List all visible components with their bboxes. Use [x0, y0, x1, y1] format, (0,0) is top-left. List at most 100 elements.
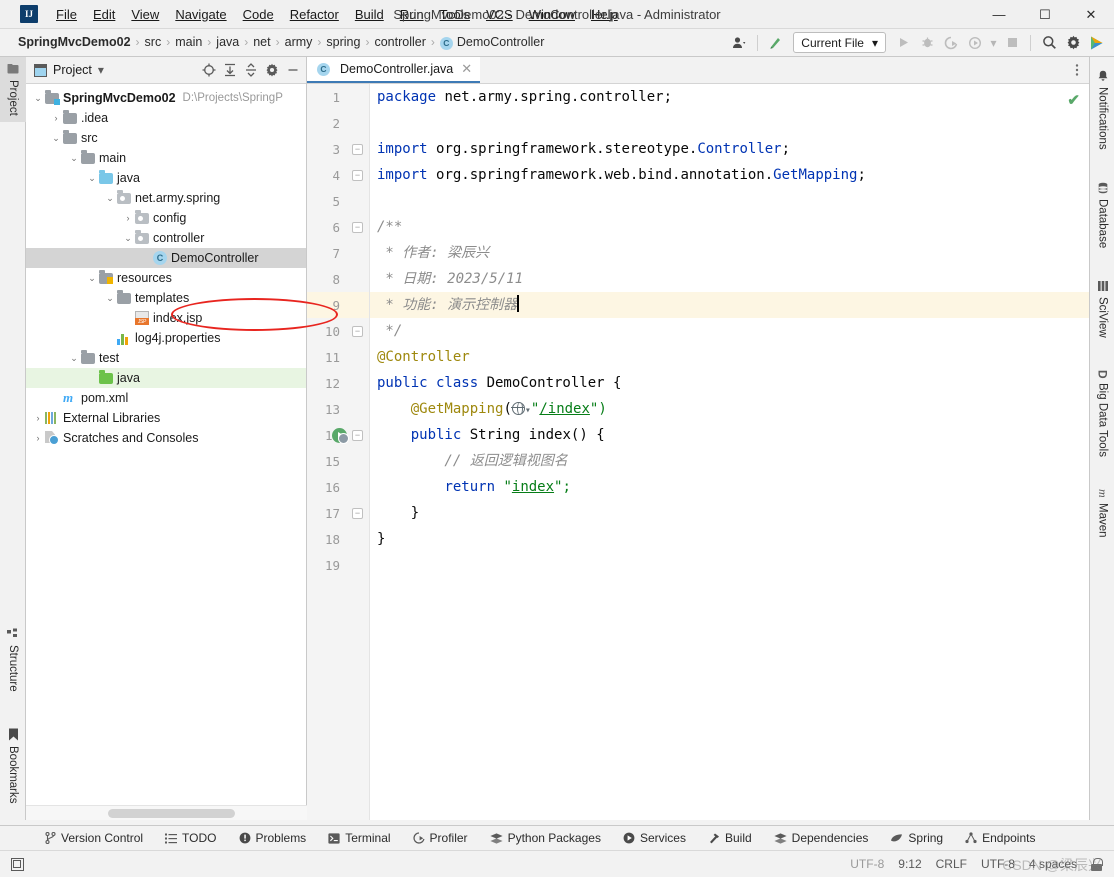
run-icon[interactable] [892, 32, 914, 54]
more-options-icon[interactable] [1065, 57, 1089, 83]
menu-tools[interactable]: Tools [432, 4, 478, 25]
menu-window[interactable]: Window [521, 4, 583, 25]
tree-row-java-test[interactable]: · java [26, 368, 306, 388]
fold-icon[interactable]: − [352, 325, 363, 337]
update-project-icon[interactable] [765, 32, 787, 54]
status-indent[interactable]: 4 spaces [1029, 857, 1077, 871]
sidebar-item-sciview[interactable]: SciView [1090, 273, 1114, 345]
collapse-all-icon[interactable] [242, 61, 260, 79]
code-lines[interactable]: package net.army.spring.controller; impo… [370, 84, 1089, 820]
chevron-down-icon[interactable]: ⌄ [103, 193, 117, 204]
sidebar-item-project[interactable]: Project [0, 57, 26, 122]
breadcrumb-army[interactable]: army [281, 34, 317, 50]
status-encoding-left[interactable]: UTF-8 [850, 857, 884, 871]
chevron-right-icon[interactable]: › [31, 433, 45, 443]
breadcrumb-class[interactable]: C DemoController [436, 34, 549, 50]
fold-icon[interactable]: − [352, 143, 363, 155]
chevron-right-icon[interactable]: › [31, 413, 45, 423]
sidebar-item-bookmarks[interactable]: Bookmarks [0, 722, 26, 810]
project-horizontal-scrollbar[interactable] [26, 805, 307, 820]
breadcrumb-main[interactable]: main [171, 34, 206, 50]
chevron-right-icon[interactable]: › [121, 213, 135, 223]
search-everywhere-icon[interactable] [1038, 32, 1060, 54]
fold-icon[interactable]: − [352, 169, 363, 181]
tree-row-log4j-properties[interactable]: · log4j.properties [26, 328, 306, 348]
fold-icon[interactable]: − [352, 429, 363, 441]
settings-gear-icon[interactable] [1062, 32, 1084, 54]
bottom-tab-build[interactable]: Build [697, 826, 763, 850]
menu-file[interactable]: File [48, 4, 85, 25]
profile-icon[interactable] [964, 32, 986, 54]
breadcrumb-net[interactable]: net [249, 34, 274, 50]
tree-row-project-root[interactable]: ⌄ SpringMvcDemo02 D:\Projects\SpringP [26, 88, 306, 108]
minimize-button[interactable]: — [976, 0, 1022, 29]
tree-row-package-controller[interactable]: ⌄ controller [26, 228, 306, 248]
status-caret-position[interactable]: 9:12 [898, 857, 921, 871]
bottom-tab-endpoints[interactable]: Endpoints [954, 826, 1046, 850]
sidebar-item-notifications[interactable]: Notifications [1090, 63, 1114, 157]
sidebar-item-structure[interactable]: Structure [0, 622, 26, 698]
chevron-down-icon[interactable]: ⌄ [121, 233, 135, 244]
breadcrumb-spring[interactable]: spring [322, 34, 364, 50]
menu-build[interactable]: Build [347, 4, 392, 25]
chevron-right-icon[interactable]: › [49, 113, 63, 123]
chevron-down-icon[interactable]: ⌄ [49, 133, 63, 144]
run-with-coverage-icon[interactable] [940, 32, 962, 54]
tree-row-scratches-and-consoles[interactable]: › Scratches and Consoles [26, 428, 306, 448]
maximize-button[interactable]: ☐ [1022, 0, 1068, 29]
breadcrumb-controller[interactable]: controller [370, 34, 429, 50]
bottom-tab-version-control[interactable]: Version Control [34, 826, 154, 850]
tree-row-package-config[interactable]: › config [26, 208, 306, 228]
chevron-down-icon[interactable]: ⌄ [85, 273, 99, 284]
tree-row-src[interactable]: ⌄ src [26, 128, 306, 148]
chevron-down-icon[interactable]: ⌄ [85, 173, 99, 184]
sidebar-item-big-data-tools[interactable]: D Big Data Tools [1090, 363, 1114, 465]
fold-icon[interactable]: − [352, 221, 363, 233]
bottom-tab-dependencies[interactable]: Dependencies [763, 826, 880, 850]
select-opened-file-icon[interactable] [200, 61, 218, 79]
bottom-tab-python-packages[interactable]: Python Packages [479, 826, 612, 850]
bottom-tab-terminal[interactable]: Terminal [317, 826, 401, 850]
tree-row-index-jsp[interactable]: · index.jsp [26, 308, 306, 328]
bottom-tab-profiler[interactable]: Profiler [402, 826, 479, 850]
menu-view[interactable]: View [123, 4, 167, 25]
bottom-tab-spring[interactable]: Spring [879, 826, 954, 850]
code-editor[interactable]: ✔ 1 2 3− 4− 5 6− 7 8 9 10− 11 12 13 14 −… [307, 84, 1089, 820]
sidebar-item-maven[interactable]: m Maven [1090, 482, 1114, 544]
tree-row-package-net-army-spring[interactable]: ⌄ net.army.spring [26, 188, 306, 208]
menu-code[interactable]: Code [235, 4, 282, 25]
token-url[interactable]: /index [539, 401, 590, 417]
menu-refactor[interactable]: Refactor [282, 4, 347, 25]
tree-row-templates[interactable]: ⌄ templates [26, 288, 306, 308]
stop-icon[interactable] [1001, 32, 1023, 54]
project-view-dropdown-icon[interactable]: ▾ [92, 61, 110, 79]
hide-panel-icon[interactable] [284, 61, 302, 79]
tree-row-democontroller[interactable]: · C DemoController [26, 248, 306, 268]
token-view-name[interactable]: index [512, 479, 554, 495]
bottom-tab-problems[interactable]: Problems [228, 826, 318, 850]
run-method-icon[interactable] [332, 427, 349, 444]
chevron-down-icon[interactable]: ▾ [988, 32, 999, 54]
show-tool-windows-button[interactable] [0, 857, 34, 871]
chevron-down-icon[interactable]: ⌄ [67, 153, 81, 164]
tree-row-java-source[interactable]: ⌄ java [26, 168, 306, 188]
panel-settings-icon[interactable] [263, 61, 281, 79]
tree-row-pom-xml[interactable]: · m pom.xml [26, 388, 306, 408]
ai-assistant-icon[interactable] [1086, 32, 1108, 54]
status-line-separator[interactable]: CRLF [936, 857, 967, 871]
breadcrumb-project[interactable]: SpringMvcDemo02 [14, 34, 135, 50]
run-configuration-selector[interactable]: Current File ▾ [793, 32, 886, 53]
read-only-lock-icon[interactable] [1091, 857, 1103, 871]
debug-icon[interactable] [916, 32, 938, 54]
menu-run[interactable]: Run [392, 4, 432, 25]
chevron-down-icon[interactable]: ⌄ [67, 353, 81, 364]
tree-row-idea[interactable]: › .idea [26, 108, 306, 128]
menu-edit[interactable]: Edit [85, 4, 123, 25]
url-mapping-icon[interactable]: ▾ [511, 401, 531, 417]
menu-help[interactable]: Help [583, 4, 626, 25]
breadcrumb-java[interactable]: java [212, 34, 243, 50]
tree-row-external-libraries[interactable]: › External Libraries [26, 408, 306, 428]
bottom-tab-services[interactable]: Services [612, 826, 697, 850]
tree-row-main[interactable]: ⌄ main [26, 148, 306, 168]
tab-democontroller-java[interactable]: C DemoController.java ✕ [307, 57, 481, 83]
